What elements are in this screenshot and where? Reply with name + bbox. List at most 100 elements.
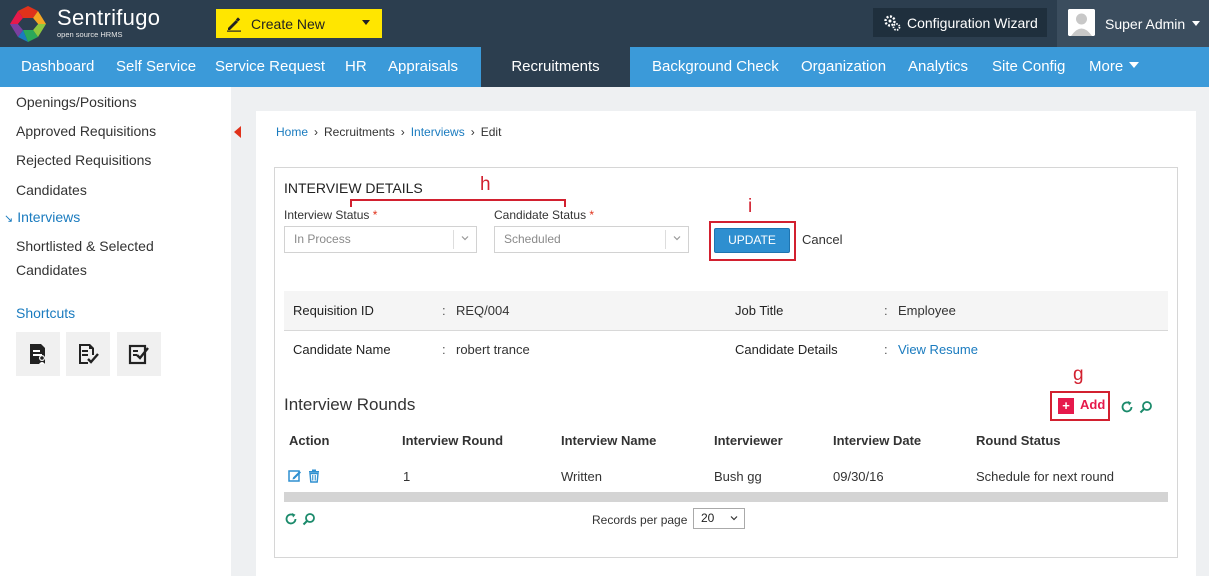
interview-shortcut-button[interactable] — [117, 332, 161, 376]
cell-interview-round: 1 — [403, 469, 411, 484]
shortcuts-title: Shortcuts — [16, 305, 76, 321]
breadcrumb-recruitments: Recruitments — [324, 125, 395, 139]
view-resume-link[interactable]: View Resume — [898, 342, 978, 357]
sentrifugo-logo-icon[interactable] — [8, 4, 48, 44]
nav-appraisals[interactable]: Appraisals — [388, 47, 458, 87]
sidebar-item-shortlisted-selected[interactable]: Shortlisted & Selected — [16, 238, 154, 254]
interview-status-select[interactable]: In Process — [284, 226, 477, 253]
refresh-icon[interactable] — [284, 512, 298, 526]
brand-name: Sentrifugo — [57, 5, 161, 30]
job-title-value: Employee — [898, 303, 956, 318]
sidebar-item-openings[interactable]: Openings/Positions — [16, 94, 137, 110]
nav-hr[interactable]: HR — [345, 47, 367, 87]
interview-rounds-title: Interview Rounds — [284, 395, 416, 414]
chevron-down-icon — [461, 236, 469, 241]
info-row-requisition: Requisition ID : REQ/004 Job Title : Emp… — [284, 291, 1168, 331]
nav-recruitments[interactable]: Recruitments — [481, 47, 630, 87]
annotation-label-i: i — [748, 196, 753, 217]
sidebar-item-rejected-requisitions[interactable]: Rejected Requisitions — [16, 152, 151, 168]
requisition-shortcut-button[interactable] — [16, 332, 60, 376]
refresh-icon[interactable] — [1120, 400, 1134, 414]
nav-background-check[interactable]: Background Check — [652, 47, 779, 87]
candidate-name-value: robert trance — [456, 342, 530, 357]
sidebar-item-candidates[interactable]: Candidates — [16, 182, 87, 198]
avatar — [1068, 9, 1095, 36]
column-header-round-status[interactable]: Round Status — [976, 433, 1061, 448]
annotation-box-add — [1050, 391, 1110, 421]
main-content: Home › Recruitments › Interviews › Edit INTERV… — [256, 111, 1196, 576]
annotation-label-h: h — [480, 174, 491, 195]
required-mark: * — [589, 208, 595, 222]
search-icon[interactable] — [302, 512, 316, 526]
column-header-action: Action — [289, 433, 330, 448]
pencil-icon — [227, 16, 241, 32]
interview-status-label-text: Interview Status — [284, 208, 370, 222]
nav-service-request[interactable]: Service Request — [215, 47, 325, 87]
nav-organization[interactable]: Organization — [801, 47, 886, 87]
candidate-name-label: Candidate Name — [293, 342, 391, 357]
job-title-label: Job Title — [735, 303, 784, 318]
breadcrumb-edit: Edit — [480, 125, 502, 139]
search-icon[interactable] — [1139, 400, 1153, 414]
cell-interviewer: Bush gg — [714, 469, 762, 484]
user-menu[interactable]: Super Admin — [1057, 0, 1209, 47]
configuration-wizard-button[interactable]: Configuration Wizard — [873, 8, 1047, 37]
trash-icon[interactable] — [307, 469, 321, 483]
colon: : — [442, 342, 446, 357]
candidate-shortcut-icon — [79, 344, 99, 364]
brand-tagline: open source HRMS — [57, 30, 123, 39]
chevron-down-icon — [673, 236, 681, 241]
info-row-candidate: Candidate Name : robert trance Candidate… — [284, 330, 1168, 370]
gear-icon — [884, 14, 901, 31]
breadcrumb-home[interactable]: Home — [276, 125, 308, 139]
requisition-id-value: REQ/004 — [456, 303, 510, 318]
interview-status-label: Interview Status * — [284, 208, 377, 222]
colon: : — [442, 303, 446, 318]
breadcrumb: Home › Recruitments › Interviews › Edit — [276, 125, 501, 139]
cell-round-status: Schedule for next round — [976, 469, 1115, 484]
collapse-sidebar-icon[interactable] — [234, 126, 241, 138]
cancel-link[interactable]: Cancel — [802, 232, 842, 247]
requisition-shortcut-icon — [30, 344, 45, 364]
records-per-page-select[interactable]: 20 — [693, 508, 745, 529]
breadcrumb-separator: › — [314, 125, 319, 139]
annotation-bracket-h — [350, 199, 566, 207]
select-divider — [453, 230, 454, 249]
nav-analytics[interactable]: Analytics — [908, 47, 968, 87]
candidate-status-select[interactable]: Scheduled — [494, 226, 689, 253]
records-per-page-label: Records per page — [592, 513, 688, 527]
horizontal-scrollbar[interactable] — [284, 492, 1168, 502]
sidebar-item-shortlisted-selected-line2[interactable]: Candidates — [16, 262, 87, 278]
candidate-details-label: Candidate Details — [735, 342, 838, 357]
sidebar-item-approved-requisitions[interactable]: Approved Requisitions — [16, 123, 156, 139]
breadcrumb-interviews[interactable]: Interviews — [411, 125, 465, 139]
sidebar-item-interviews-label: Interviews — [17, 209, 81, 225]
select-divider — [665, 230, 666, 249]
sidebar: Openings/Positions Approved Requisitions… — [0, 87, 231, 576]
colon: : — [884, 342, 888, 357]
user-name: Super Admin — [1105, 16, 1186, 32]
column-header-interview-name[interactable]: Interview Name — [561, 433, 656, 448]
caret-down-icon — [1129, 62, 1140, 68]
nav-site-config[interactable]: Site Config — [992, 47, 1065, 87]
nav-dashboard[interactable]: Dashboard — [21, 47, 94, 87]
colon: : — [884, 303, 888, 318]
breadcrumb-separator: › — [400, 125, 405, 139]
sidebar-item-interviews[interactable]: ↘ Interviews — [4, 209, 80, 225]
cell-interview-date: 09/30/16 — [833, 469, 884, 484]
column-header-interview-date[interactable]: Interview Date — [833, 433, 921, 448]
nav-self-service[interactable]: Self Service — [116, 47, 196, 87]
nav-more[interactable]: More — [1089, 47, 1140, 87]
records-per-page-value: 20 — [701, 511, 715, 525]
candidate-status-label: Candidate Status * — [494, 208, 594, 222]
edit-icon[interactable] — [288, 469, 302, 483]
annotation-label-g: g — [1073, 364, 1084, 385]
column-header-interview-round[interactable]: Interview Round — [402, 433, 503, 448]
candidate-status-label-text: Candidate Status — [494, 208, 587, 222]
column-header-interviewer[interactable]: Interviewer — [714, 433, 783, 448]
interview-status-value: In Process — [294, 232, 351, 246]
candidate-shortcut-button[interactable] — [66, 332, 110, 376]
active-arrow-icon: ↘ — [4, 213, 14, 225]
create-new-button[interactable]: Create New — [216, 9, 382, 38]
panel-title: INTERVIEW DETAILS — [284, 180, 423, 196]
